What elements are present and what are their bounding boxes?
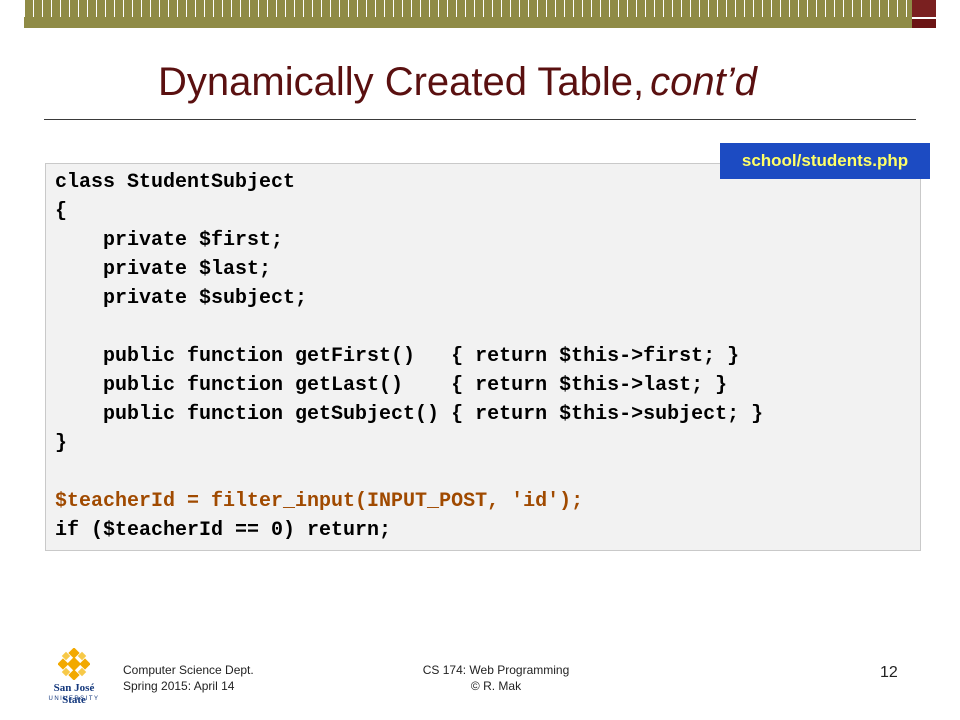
page-number: 12 xyxy=(880,664,898,681)
code-line-7: public function getFirst() { return $thi… xyxy=(55,345,740,368)
code-line-8: public function getLast() { return $this… xyxy=(55,374,728,397)
logo-subtext: UNIVERSITY xyxy=(48,696,100,702)
top-banner xyxy=(24,0,912,28)
code-line-1: class StudentSubject xyxy=(55,171,296,194)
code-line-9: public function getSubject() { return $t… xyxy=(55,403,764,426)
code-line-5: private $subject; xyxy=(55,287,308,310)
code-line-4: private $last; xyxy=(55,258,272,281)
footer-course: CS 174: Web Programming © R. Mak xyxy=(410,662,582,694)
slide-title-italic: cont’d xyxy=(650,60,757,104)
university-emblem-icon xyxy=(58,648,90,680)
footer-dept-line1: Computer Science Dept. xyxy=(123,663,254,677)
footer-course-line1: CS 174: Web Programming xyxy=(422,663,570,677)
code-line-13: if ($teacherId == 0) return; xyxy=(55,519,392,542)
title-divider xyxy=(44,119,916,120)
slide-title: Dynamically Created Table, cont’d xyxy=(158,60,757,105)
file-name-badge: school/students.php xyxy=(720,143,930,179)
logo-wordmark: San José State xyxy=(53,682,95,706)
code-line-12: $teacherId = filter_input(INPUT_POST, 'i… xyxy=(55,490,584,513)
footer-course-line2: © R. Mak xyxy=(470,679,522,693)
code-line-2: { xyxy=(55,200,68,223)
top-corner-block xyxy=(912,0,936,28)
footer-dept-line2: Spring 2015: April 14 xyxy=(123,679,235,693)
university-logo: San José State UNIVERSITY xyxy=(44,648,104,708)
slide-title-main: Dynamically Created Table, xyxy=(158,60,645,104)
footer-dept: Computer Science Dept. Spring 2015: Apri… xyxy=(123,662,254,694)
code-line-3: private $first; xyxy=(55,229,284,252)
code-line-10: } xyxy=(55,432,68,455)
